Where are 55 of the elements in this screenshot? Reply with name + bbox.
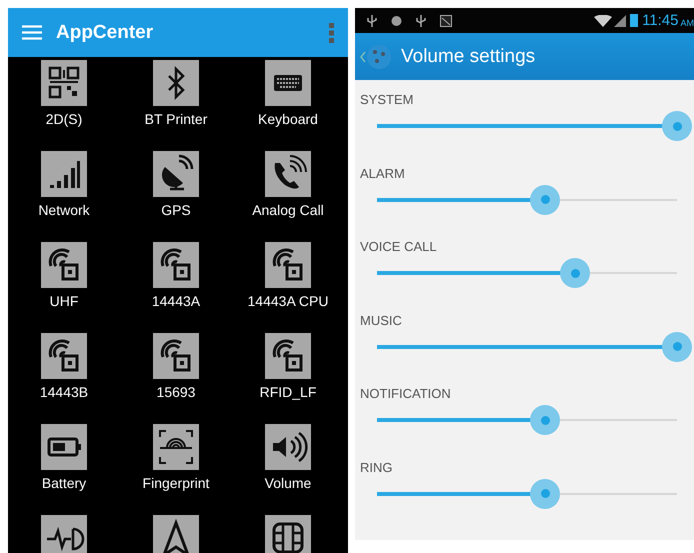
usb-icon [367, 14, 377, 26]
app-label[interactable]: Fingerprint [142, 475, 210, 491]
app-title: AppCenter [56, 22, 154, 44]
channel-label: NOTIFICATION [359, 385, 452, 403]
usb-icon [416, 14, 426, 26]
app-label[interactable]: 15693 [156, 384, 196, 400]
rfid-icon[interactable] [265, 333, 311, 379]
rfid-icon[interactable] [153, 333, 199, 379]
app-label[interactable]: Keyboard [258, 111, 318, 127]
satellite-dish-icon[interactable] [153, 151, 199, 197]
bluetooth-icon[interactable] [153, 60, 199, 106]
app-label[interactable]: 2D(S) [46, 111, 82, 127]
app-label[interactable]: Battery [42, 475, 86, 491]
app-label[interactable]: GPS [161, 202, 191, 218]
chip-icon[interactable] [265, 515, 311, 553]
menu-icon[interactable] [22, 25, 42, 40]
rfid-icon[interactable] [41, 333, 87, 379]
channel-label: ALARM [359, 164, 406, 182]
wifi-icon [594, 14, 612, 26]
app-label[interactable]: 14443B [40, 384, 88, 400]
channel-label: SYSTEM [359, 91, 414, 109]
phone-icon[interactable] [265, 151, 311, 197]
rfid-icon[interactable] [265, 242, 311, 288]
app-label[interactable]: Volume [264, 475, 312, 491]
pulse-icon[interactable] [41, 515, 87, 553]
keyboard-icon[interactable] [265, 60, 311, 106]
status-time: 11:45 [642, 12, 678, 29]
rfid-icon[interactable] [41, 242, 87, 288]
channel-label: RING [359, 458, 394, 476]
slider-thumb[interactable] [530, 184, 560, 214]
app-label[interactable]: UHF [50, 293, 78, 309]
speaker-icon[interactable] [265, 424, 311, 470]
rfid-icon[interactable] [153, 242, 199, 288]
channel-label: MUSIC [359, 312, 403, 330]
cell-signal-icon [614, 14, 626, 26]
battery-icon[interactable] [41, 424, 87, 470]
channel-label: VOICE CALL [359, 238, 438, 256]
signal-bars-icon[interactable] [41, 151, 87, 197]
slider-thumb[interactable] [662, 111, 692, 141]
slider-thumb[interactable] [662, 332, 692, 362]
settings-title: Volume settings [401, 46, 536, 68]
slider-thumb[interactable] [530, 478, 560, 508]
app-label[interactable]: 14443A [152, 293, 200, 309]
battery-icon [630, 14, 638, 27]
app-label[interactable]: Network [38, 202, 90, 218]
status-meridiem: AM [680, 18, 694, 28]
slider-thumb[interactable] [560, 258, 590, 288]
app-label[interactable]: 14443A CPU [248, 293, 328, 309]
fingerprint-icon[interactable] [153, 424, 199, 470]
image-icon [440, 14, 452, 26]
app-label[interactable]: Analog Call [252, 202, 324, 218]
slider-thumb[interactable] [530, 405, 560, 435]
qr-code-icon[interactable] [41, 60, 87, 106]
app-label[interactable]: BT Printer [144, 111, 208, 127]
app-label[interactable]: RFID_LF [260, 384, 316, 400]
